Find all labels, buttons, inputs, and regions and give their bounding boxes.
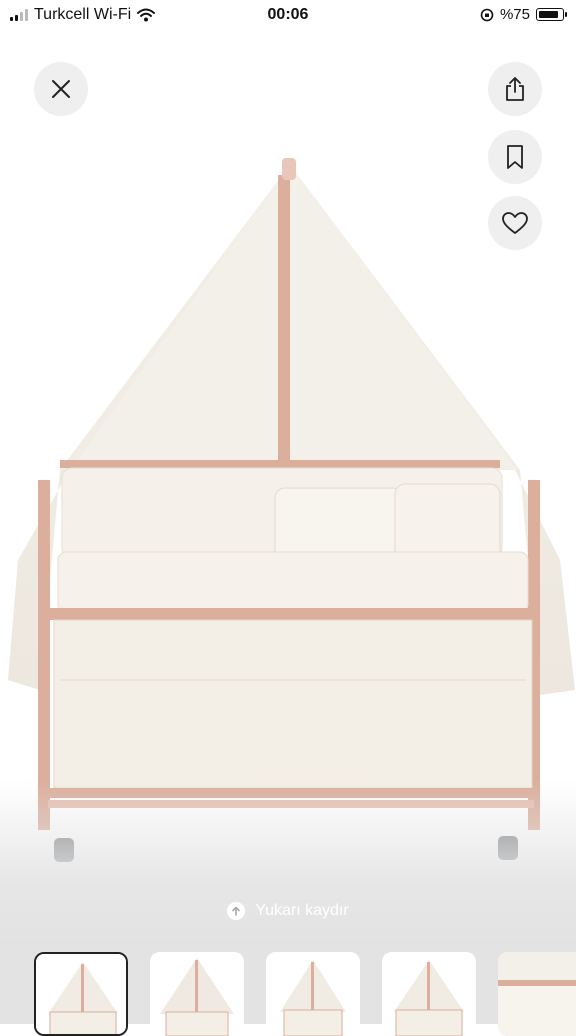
- thumbnail-5[interactable]: [498, 952, 576, 1036]
- thumbnail-3[interactable]: [266, 952, 360, 1036]
- thumbnail-strip: [34, 952, 576, 1036]
- thumbnail-1[interactable]: [34, 952, 128, 1036]
- battery-percent: %75: [499, 6, 530, 23]
- thumbnail-2[interactable]: [150, 952, 244, 1036]
- scroll-up-label: Yukarı kaydır: [255, 902, 349, 919]
- status-bar: Turkcell Wi-Fi 00:06 %75: [0, 0, 576, 30]
- orientation-lock-icon: [480, 8, 494, 21]
- share-button[interactable]: [488, 62, 542, 116]
- favorite-button[interactable]: [488, 196, 542, 250]
- scroll-up-hint[interactable]: Yukarı kaydır: [0, 902, 576, 920]
- arrow-up-icon: [227, 902, 246, 920]
- share-icon: [506, 77, 524, 101]
- bookmark-button[interactable]: [488, 130, 542, 184]
- close-icon: [52, 80, 70, 98]
- thumbnail-4[interactable]: [382, 952, 476, 1036]
- bookmark-icon: [507, 145, 523, 169]
- battery-icon: [536, 8, 567, 21]
- heart-icon: [502, 212, 528, 234]
- close-button[interactable]: [34, 62, 88, 116]
